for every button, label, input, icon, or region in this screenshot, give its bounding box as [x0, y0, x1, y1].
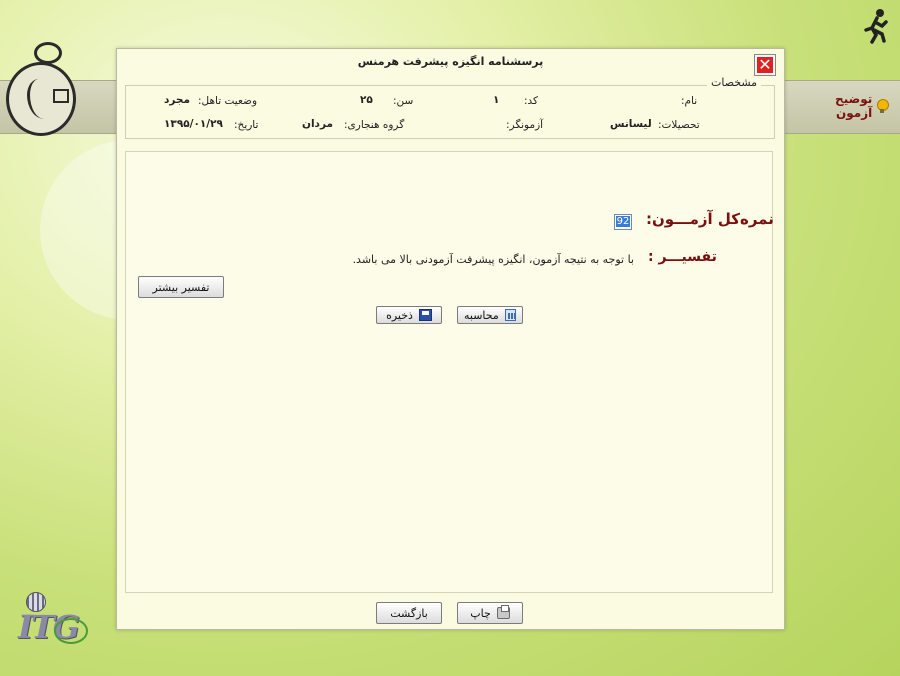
age-value: ۲۵ [360, 94, 373, 106]
floppy-disk-icon [418, 309, 432, 321]
education-label: تحصیلات: [658, 119, 700, 131]
name-label: نام: [681, 95, 698, 107]
questionnaire-dialog: پرسشنامه انگیزه پیشرفت هرمنس ✕ نام: کد: … [116, 48, 785, 630]
save-label: ذخیره [386, 308, 413, 322]
calculate-button[interactable]: محاسبه [457, 306, 523, 324]
test-explanation-link[interactable]: توضیح آزمون [796, 92, 889, 120]
examiner-label: آزمونگر: [506, 119, 544, 131]
date-value: ۱۳۹۵/۰۱/۲۹ [164, 118, 223, 130]
dialog-title: پرسشنامه انگیزه پیشرفت هرمنس [357, 55, 544, 68]
more-interpretation-label: تفسیر بیشتر [152, 280, 210, 294]
total-score-label: نمره‌کل آزمـــون: [646, 210, 774, 228]
interpretation-text: با توجه به نتیجه آزمون، انگیزه پیشرفت آز… [352, 253, 634, 266]
norm-group-label: گروه هنجاری: [344, 119, 405, 131]
total-score-field[interactable]: 92 [614, 214, 632, 230]
back-label: بازگشت [390, 606, 428, 620]
interpretation-label: تفسیـــر : [648, 249, 717, 265]
marital-status-label: وضعیت تاهل: [198, 95, 258, 107]
date-label: تاریخ: [234, 119, 259, 131]
itg-logo: ITG [18, 592, 92, 650]
print-button[interactable]: چاپ [457, 602, 523, 624]
lightbulb-icon [876, 99, 889, 113]
printer-icon [496, 605, 510, 619]
marital-status-value: مجرد [164, 94, 190, 106]
result-panel: نمره‌کل آزمـــون: 92 تفسیـــر : با توجه … [125, 151, 774, 593]
calculator-icon [504, 309, 516, 321]
profile-fieldset: نام: کد: ۱ سن: ۲۵ وضعیت تاهل: مجرد تحصیل… [125, 85, 775, 139]
code-value: ۱ [493, 94, 500, 106]
save-button[interactable]: ذخیره [376, 306, 442, 324]
exit-runner-icon[interactable] [862, 8, 890, 44]
total-score-value: 92 [615, 216, 631, 227]
logo-face-icon [27, 79, 56, 119]
back-button[interactable]: بازگشت [376, 602, 442, 624]
logo-ring [54, 618, 88, 644]
print-label: چاپ [470, 606, 491, 620]
education-value: لیسانس [610, 118, 652, 130]
test-explanation-label: توضیح آزمون [835, 92, 873, 120]
logo-square-icon [53, 89, 69, 103]
age-label: سن: [393, 95, 414, 107]
app-logo [6, 62, 76, 136]
norm-group-value: مردان [302, 118, 333, 130]
calculate-label: محاسبه [464, 308, 499, 322]
logo-question-mark [34, 42, 62, 64]
more-interpretation-button[interactable]: تفسیر بیشتر [138, 276, 224, 298]
code-label: کد: [524, 95, 539, 107]
profile-legend: مشخصات [707, 76, 762, 89]
close-icon: ✕ [758, 55, 772, 74]
close-button[interactable]: ✕ [754, 54, 776, 76]
